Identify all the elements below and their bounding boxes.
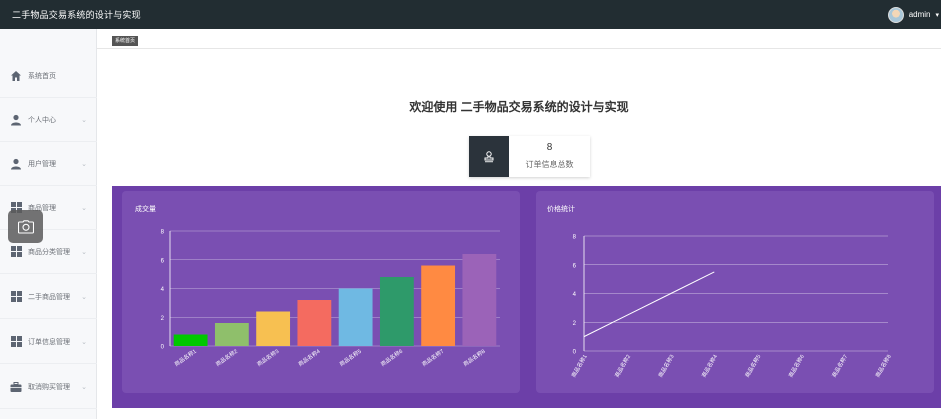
y-tick-label: 6 [573, 263, 577, 269]
top-header-bar: 二手物品交易系统的设计与实现 admin ▾ [0, 0, 941, 29]
sidebar-item-personal[interactable]: 个人中心 ⌄ [0, 98, 97, 142]
x-tick-label: 商品名称6 [379, 347, 404, 368]
sidebar-item-label: 商品分类管理 [28, 248, 70, 256]
x-tick-label: 商品名称8 [873, 353, 892, 379]
camera-icon [17, 219, 34, 234]
main-content: 系统首页 欢迎使用 二手物品交易系统的设计与实现 8 订单信息总数 成交量 0 2… [97, 29, 941, 419]
x-tick-label: 商品名称4 [296, 347, 321, 368]
bar [379, 277, 414, 346]
briefcase-icon [10, 381, 22, 393]
x-tick-label: 商品名称2 [214, 347, 239, 368]
home-icon [10, 70, 22, 82]
bar [173, 334, 208, 346]
x-tick-label: 商品名称1 [569, 353, 588, 379]
sidebar-item-label: 订单信息管理 [28, 338, 70, 346]
user-menu[interactable]: admin ▾ [887, 6, 941, 23]
bar [214, 323, 249, 346]
username[interactable]: admin [909, 10, 931, 19]
screenshot-camera-button[interactable] [8, 210, 43, 243]
breadcrumb-home[interactable]: 系统首页 [112, 36, 139, 46]
grid-icon [10, 291, 22, 303]
x-tick-label: 商品名称5 [338, 347, 363, 368]
x-tick-label: 商品名称3 [255, 347, 280, 368]
sidebar-item-users[interactable]: 用户管理 ⌄ [0, 142, 97, 186]
sidebar-item-cancel[interactable]: 取消购买管理 ⌄ [0, 365, 97, 409]
avatar[interactable] [887, 6, 904, 23]
bar [297, 300, 332, 346]
x-tick-label: 商品名称5 [743, 353, 762, 379]
y-tick-label: 8 [161, 230, 165, 236]
y-tick-label: 6 [161, 258, 165, 264]
sidebar-item-orders[interactable]: 订单信息管理 ⌄ [0, 320, 97, 364]
y-tick-label: 4 [573, 292, 577, 298]
y-tick-label: 2 [573, 321, 577, 327]
sidebar-item-label: 二手商品管理 [28, 293, 70, 301]
x-tick-label: 商品名称8 [461, 347, 486, 368]
volume-bar-chart: 0 2 4 6 8 商品名称1 商品名称2 商品名称3 商品名称4 商品名称5 商品名称6 商品名称7… [161, 230, 500, 368]
grid-icon [10, 336, 22, 348]
chevron-down-icon: ⌄ [81, 248, 87, 256]
y-tick-label: 0 [161, 345, 165, 351]
sidebar-item-label: 个人中心 [28, 116, 56, 124]
x-tick-label: 商品名称6 [786, 353, 805, 379]
price-chart-title: 价格统计 [547, 206, 575, 213]
bar [421, 265, 456, 346]
sidebar-item-secondhand[interactable]: 二手商品管理 ⌄ [0, 275, 97, 319]
app-title: 二手物品交易系统的设计与实现 [12, 10, 141, 20]
chevron-down-icon: ⌄ [81, 383, 87, 391]
y-tick-label: 4 [161, 287, 165, 293]
x-tick-label: 商品名称4 [700, 353, 719, 379]
price-line-chart: 0 2 4 6 8 商品名称1 商品名称2 商品名称3 商品名称4 商品名称5 商品名称6 商品名称7… [569, 235, 892, 379]
x-tick-label: 商品名称2 [613, 353, 632, 379]
sidebar-item-label: 用户管理 [28, 160, 56, 168]
volume-chart-title: 成交量 [135, 206, 156, 213]
user-icon [10, 114, 22, 126]
price-series-line [583, 271, 715, 338]
order-total-label: 订单信息总数 [525, 160, 574, 169]
chevron-down-icon[interactable]: ▾ [935, 11, 939, 19]
charts-area: 成交量 0 2 4 6 8 商品名称1 商品名称2 商品名称3 商品名称4 商品名称5 商品名称6 商… [112, 186, 941, 408]
breadcrumb: 系统首页 [97, 29, 941, 49]
x-tick-label: 商品名称7 [830, 353, 849, 379]
chevron-down-icon: ⌄ [81, 160, 87, 168]
bar [256, 311, 291, 346]
order-total-value: 8 [546, 142, 553, 153]
y-tick-label: 0 [573, 350, 577, 356]
page-title: 欢迎使用 二手物品交易系统的设计与实现 [409, 100, 629, 114]
chevron-down-icon: ⌄ [81, 338, 87, 346]
sidebar-item-label: 取消购买管理 [28, 383, 70, 391]
stamp-icon [469, 136, 509, 177]
grid-icon [10, 246, 22, 258]
sidebar-item-home[interactable]: 系统首页 [0, 54, 97, 98]
order-total-card: 8 订单信息总数 [469, 136, 590, 177]
bar [462, 254, 497, 346]
chevron-down-icon: ⌄ [81, 116, 87, 124]
price-chart-panel: 价格统计 0 2 4 6 8 商品名称1 商品名称2 商品名称3 商品名称4 商品名称5 商品名称6… [536, 191, 934, 393]
x-tick-label: 商品名称1 [173, 347, 198, 368]
bar [338, 288, 373, 346]
user-icon [10, 158, 22, 170]
y-tick-label: 2 [161, 316, 165, 322]
x-tick-label: 商品名称3 [656, 353, 675, 379]
y-tick-label: 8 [573, 235, 577, 241]
x-tick-label: 商品名称7 [420, 347, 445, 368]
sidebar-item-label: 系统首页 [28, 72, 56, 80]
chevron-down-icon: ⌄ [81, 293, 87, 301]
chevron-down-icon: ⌄ [81, 204, 87, 212]
volume-chart-panel: 成交量 0 2 4 6 8 商品名称1 商品名称2 商品名称3 商品名称4 商品名称5 商品名称6 商… [122, 191, 520, 393]
